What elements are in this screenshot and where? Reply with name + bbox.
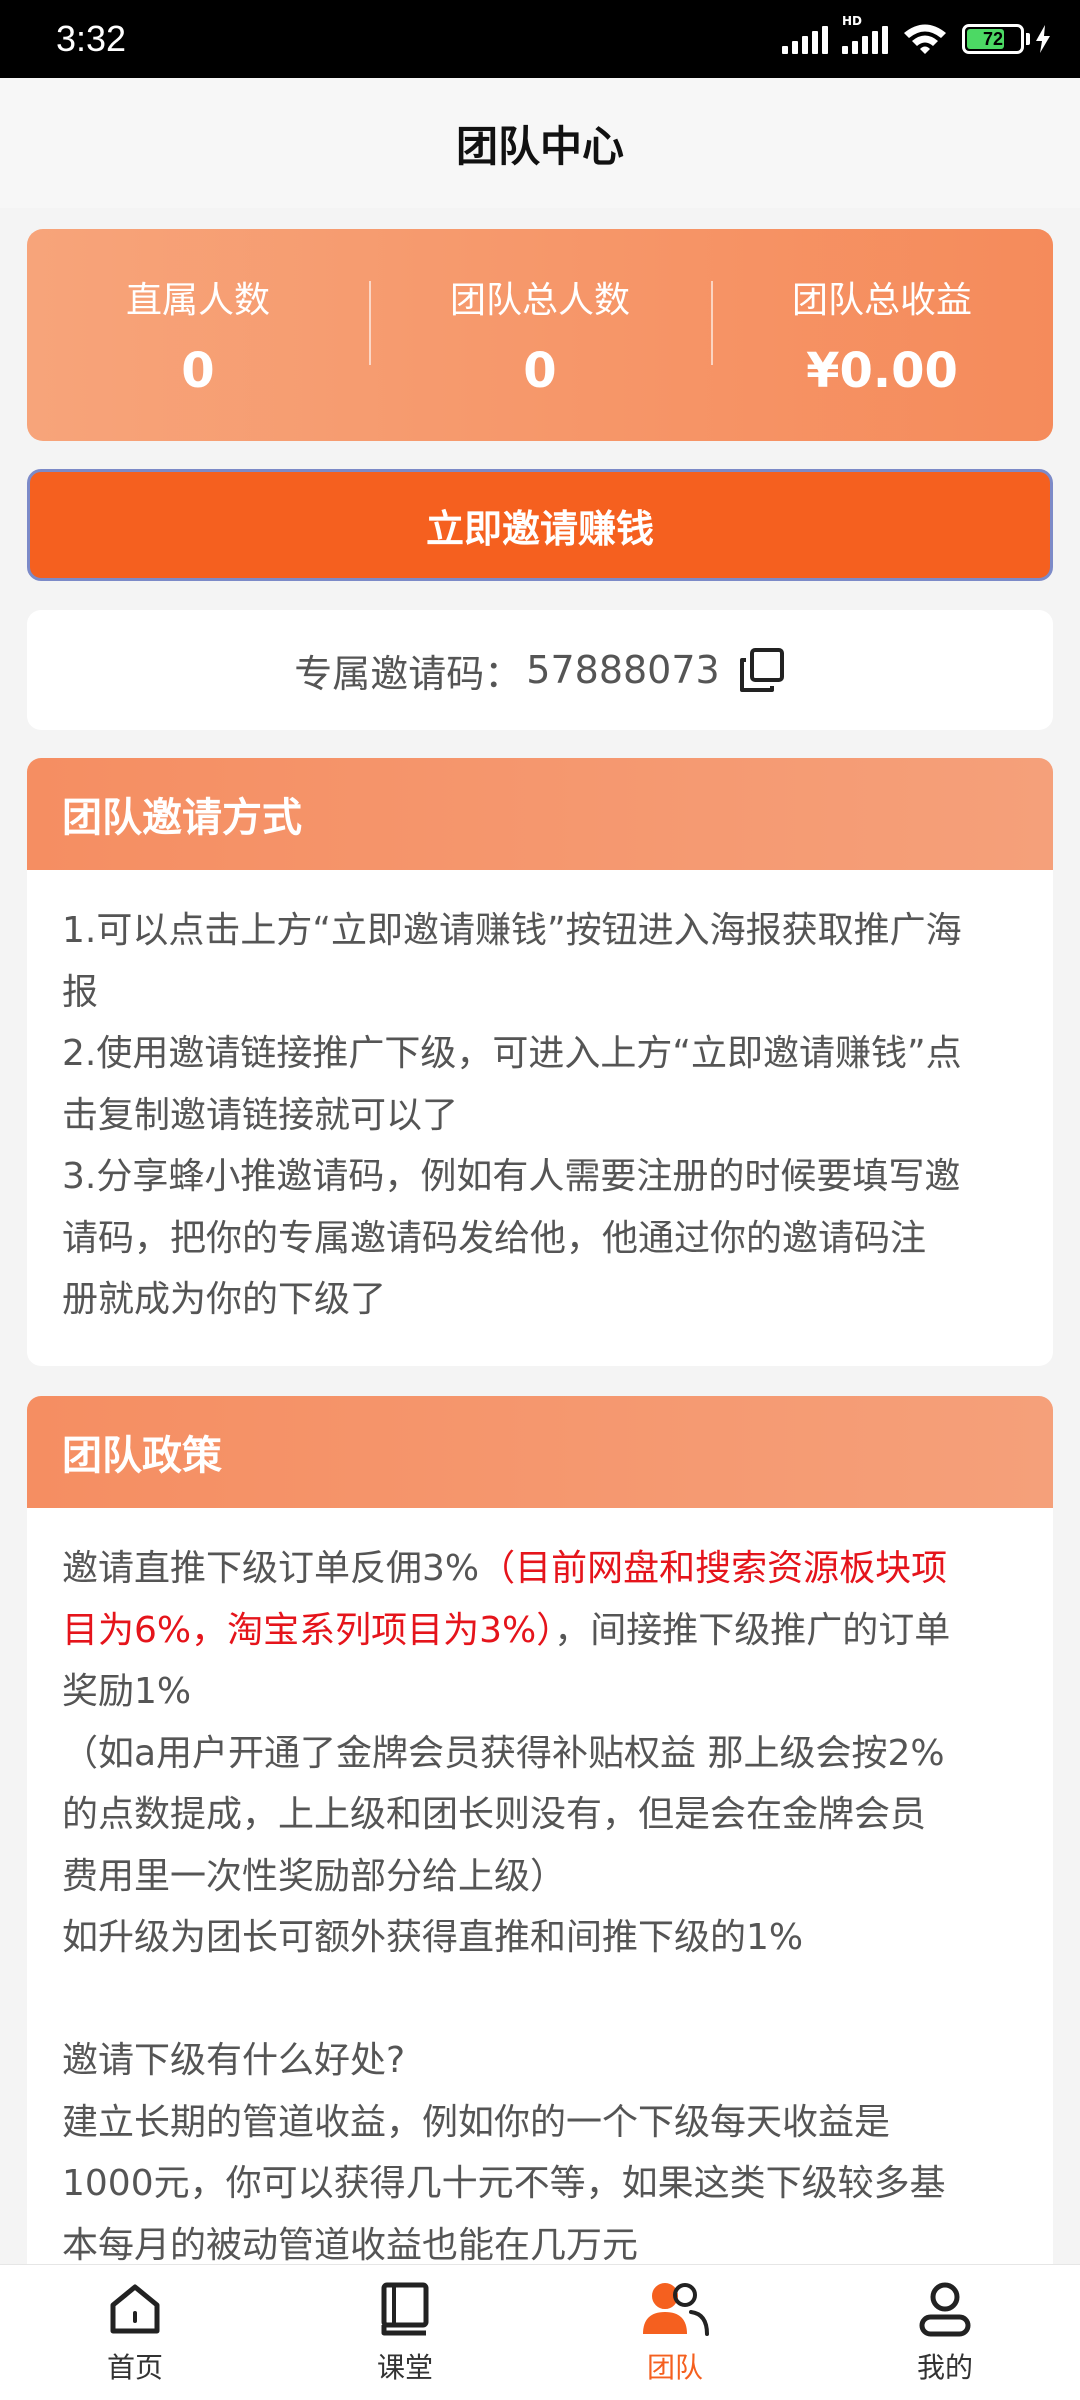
- text-line: 奖励1%: [62, 1671, 192, 1712]
- text-line: 击复制邀请链接就可以了: [62, 1094, 459, 1136]
- signal-icon: [782, 24, 828, 54]
- text-line: 册就成为你的下级了: [62, 1279, 387, 1320]
- battery-icon: 72: [962, 24, 1052, 54]
- section-title: 团队邀请方式: [27, 758, 1053, 870]
- hd-label: HD: [842, 14, 863, 28]
- status-bar: 3:32 HD 72: [0, 0, 1080, 78]
- section-title: 团队政策: [27, 1396, 1053, 1508]
- text-line: 请码，把你的专属邀请码发给他，他通过你的邀请码注: [62, 1217, 927, 1259]
- page-header: 团队中心: [0, 78, 1080, 208]
- text-line: 的点数提成，上上级和团长则没有，但是会在金牌会员: [62, 1794, 927, 1835]
- highlight-text: 目为6%，淘宝系列项目为3%）: [62, 1609, 555, 1651]
- text-line: （如a用户开通了金牌会员获得补贴权益 那上级会按2%: [62, 1732, 945, 1774]
- book-icon: [381, 2282, 429, 2335]
- nav-label: 课堂: [376, 2350, 433, 2384]
- text-line: 1.可以点击上方“立即邀请赚钱”按钮进入海报获取推广海: [62, 910, 962, 951]
- stat-value: ¥0.00: [806, 343, 958, 399]
- team-icon: [643, 2282, 709, 2336]
- text-line: 3.分享蜂小推邀请码，例如有人需要注册的时候要填写邀: [62, 1156, 961, 1197]
- text-line: 报: [62, 971, 99, 1013]
- stat-team-total-earnings: 团队总收益 ¥0.00: [711, 271, 1053, 399]
- nav-label: 首页: [106, 2350, 163, 2384]
- invite-earn-button[interactable]: 立即邀请赚钱: [27, 469, 1053, 581]
- nav-item-classroom[interactable]: 课堂: [270, 2265, 540, 2400]
- highlight-text: （目前网盘和搜索资源板块项: [479, 1548, 948, 1589]
- nav-item-home[interactable]: 首页: [0, 2265, 270, 2400]
- text-line: 2.使用邀请链接推广下级，可进入上方“立即邀请赚钱”点: [62, 1033, 962, 1074]
- nav-label: 我的: [916, 2350, 973, 2384]
- text-line: 费用里一次性奖励部分给上级）: [62, 1855, 567, 1897]
- user-icon: [919, 2282, 971, 2336]
- wifi-icon: [904, 24, 946, 54]
- text-line: 邀请下级有什么好处?: [62, 2040, 406, 2081]
- status-icons: HD 72: [782, 14, 1052, 56]
- stat-team-total-members: 团队总人数 0: [369, 271, 711, 399]
- stat-direct-members: 直属人数 0: [27, 271, 369, 399]
- section-content: 1.可以点击上方“立即邀请赚钱”按钮进入海报获取推广海 报 2.使用邀请链接推广…: [27, 870, 1053, 1331]
- team-policy-section: 团队政策 邀请直推下级订单反佣3%（目前网盘和搜索资源板块项 目为6%，淘宝系列…: [27, 1396, 1053, 2400]
- page-title: 团队中心: [455, 121, 624, 171]
- copy-icon[interactable]: [738, 646, 786, 694]
- bottom-nav: 首页 课堂 团队 我的: [0, 2264, 1080, 2400]
- stat-label: 团队总人数: [449, 280, 630, 321]
- text-line: 如升级为团长可额外获得直推和间推下级的1%: [62, 1917, 804, 1958]
- hd-signal-icon: HD: [842, 14, 888, 54]
- text-span: ，间接推下级推广的订单: [554, 1609, 951, 1651]
- section-content: 邀请直推下级订单反佣3%（目前网盘和搜索资源板块项 目为6%，淘宝系列项目为3%…: [27, 1508, 1053, 2276]
- status-time: 3:32: [56, 18, 127, 59]
- invite-code-label: 专属邀请码：: [294, 651, 523, 696]
- nav-item-mine[interactable]: 我的: [810, 2265, 1080, 2400]
- invite-methods-section: 团队邀请方式 1.可以点击上方“立即邀请赚钱”按钮进入海报获取推广海 报 2.使…: [27, 758, 1053, 1366]
- text-span: 邀请直推下级订单反佣3%: [62, 1548, 480, 1589]
- team-stats-card: 直属人数 0 团队总人数 0 团队总收益 ¥0.00: [27, 229, 1053, 441]
- invite-code-value: 57888073: [526, 648, 720, 692]
- stat-label: 团队总收益: [791, 280, 972, 321]
- home-icon: [110, 2284, 160, 2333]
- battery-level: 72: [982, 28, 1004, 49]
- text-line: 目为6%，淘宝系列项目为3%），间接推下级推广的订单: [62, 1600, 1018, 1662]
- charging-icon: [1036, 25, 1050, 53]
- text-line: 邀请直推下级订单反佣3%（目前网盘和搜索资源板块项: [62, 1538, 1018, 1600]
- invite-code-card: 专属邀请码： 57888073: [27, 610, 1053, 730]
- stat-label: 直属人数: [125, 280, 270, 321]
- stat-value: 0: [181, 343, 215, 399]
- nav-label: 团队: [646, 2350, 703, 2384]
- text-line: 建立长期的管道收益，例如你的一个下级每天收益是: [62, 2101, 891, 2143]
- stat-value: 0: [523, 343, 557, 399]
- nav-item-team[interactable]: 团队: [540, 2265, 810, 2400]
- text-line: 1000元，你可以获得几十元不等，如果这类下级较多基: [62, 2163, 946, 2204]
